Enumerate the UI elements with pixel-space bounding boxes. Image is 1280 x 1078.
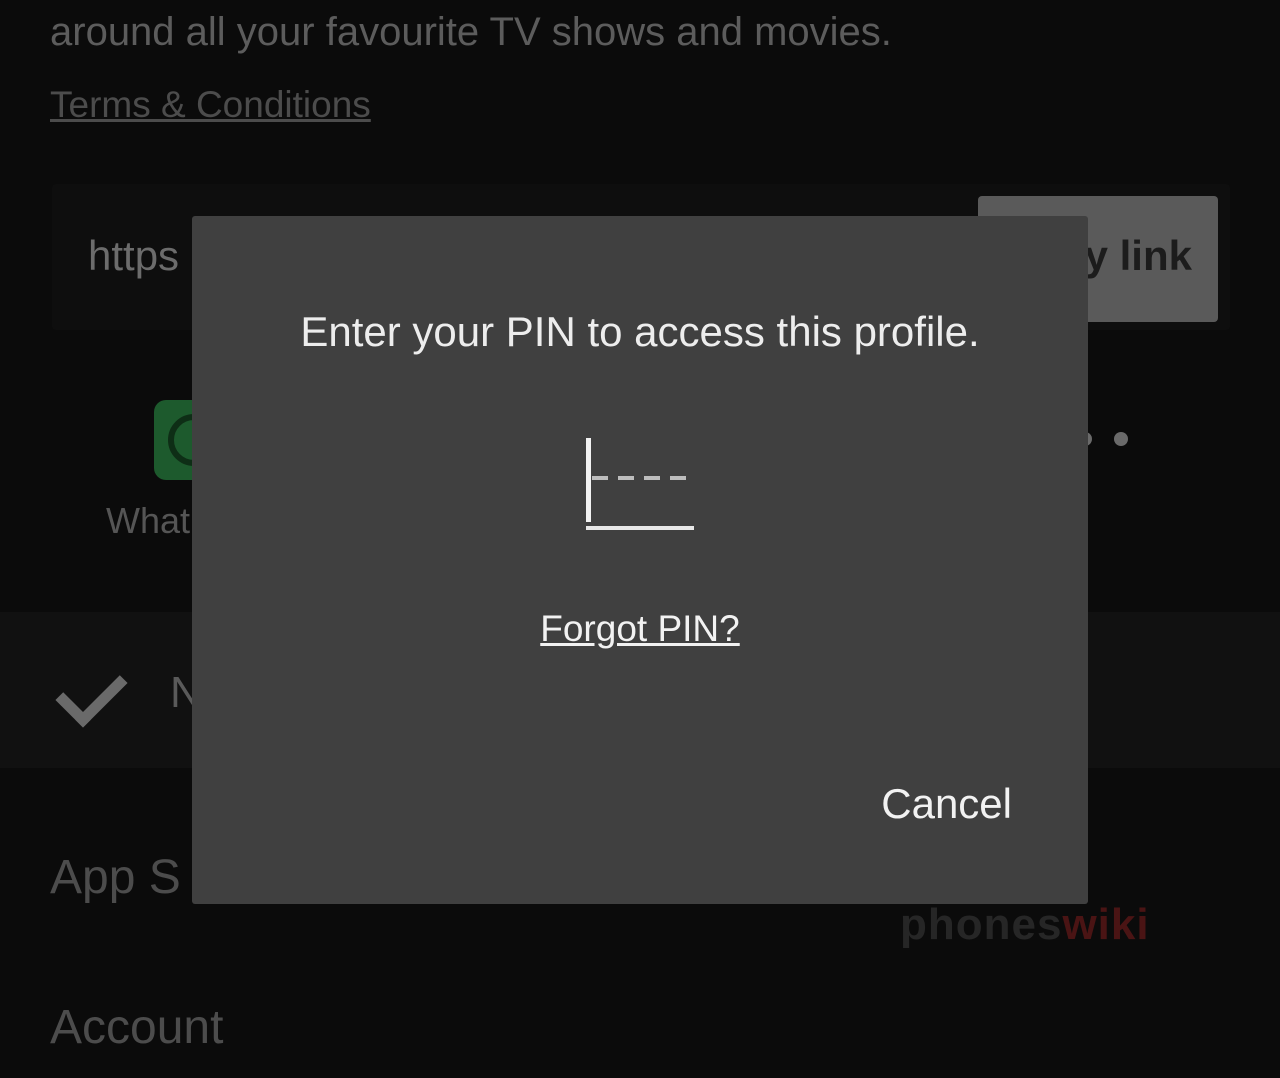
terms-link[interactable]: Terms & Conditions — [50, 84, 371, 126]
pin-dialog: Enter your PIN to access this profile. F… — [192, 216, 1088, 904]
copy-link-label: y link — [1084, 232, 1192, 279]
account-label[interactable]: Account — [50, 1000, 223, 1055]
tagline-text: around all your favourite TV shows and m… — [50, 10, 892, 54]
watermark-part-1: phones — [900, 900, 1063, 949]
watermark-part-2: wiki — [1062, 900, 1150, 949]
pin-placeholder-dashes — [592, 476, 686, 480]
share-url-text: https — [88, 232, 180, 279]
app-settings-label[interactable]: App S — [50, 850, 181, 905]
pin-input[interactable] — [586, 438, 694, 532]
dialog-title: Enter your PIN to access this profile. — [300, 308, 980, 355]
whatsapp-label: What — [106, 500, 191, 541]
text-cursor — [586, 438, 591, 522]
forgot-pin-container: Forgot PIN? — [192, 608, 1088, 650]
pin-underline — [586, 526, 694, 530]
watermark-logo: phoneswiki — [900, 900, 1150, 950]
forgot-pin-link[interactable]: Forgot PIN? — [540, 608, 739, 649]
cancel-button[interactable]: Cancel — [881, 780, 1012, 828]
